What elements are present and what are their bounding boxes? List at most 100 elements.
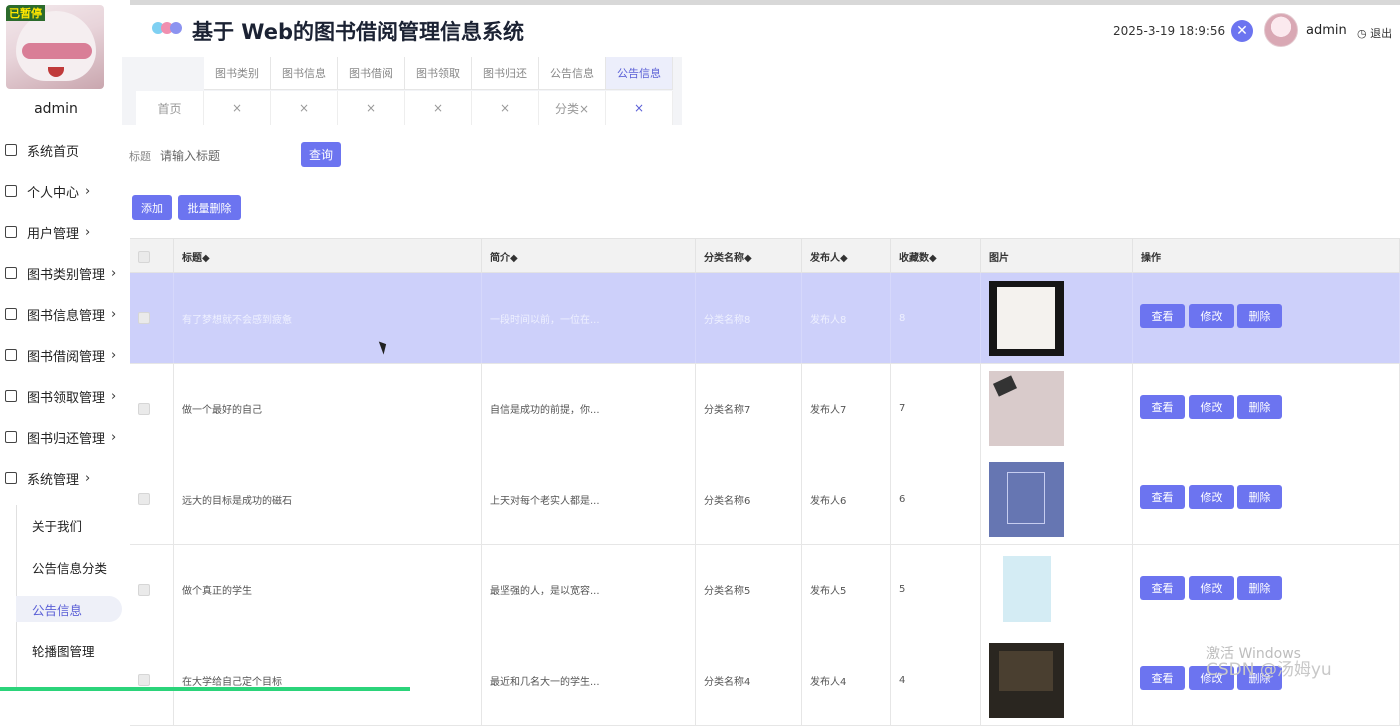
column-header-3[interactable]: 分类名称◆: [696, 239, 802, 274]
sidebar-item-8[interactable]: 系统管理 ›: [0, 463, 130, 493]
chevron-right-icon: ›: [111, 388, 117, 404]
chevron-right-icon: ›: [85, 183, 91, 199]
cloud-icon: [5, 390, 17, 402]
column-header-5[interactable]: 收藏数◆: [891, 239, 981, 274]
delete-button[interactable]: 删除: [1237, 485, 1282, 509]
tab-bar: 图书类别 图书信息 图书借阅 图书领取 图书归还 公告信息 公告信息 首页 × × × × × 分类× ×: [122, 57, 682, 125]
cell-image: [981, 544, 1133, 635]
column-header-label: 图片: [989, 253, 1009, 264]
cell-publisher: 发布人4: [802, 635, 891, 725]
logo-icon: [152, 22, 184, 36]
row-checkbox[interactable]: [138, 674, 150, 686]
column-header-label: 操作: [1141, 253, 1161, 264]
column-header-2[interactable]: 简介◆: [482, 239, 696, 274]
cell-category: 分类名称7: [696, 363, 802, 454]
sidebar-item-7[interactable]: 图书归还管理 ›: [0, 422, 130, 452]
logout-button[interactable]: ◷ 退出: [1357, 25, 1392, 41]
chevron-right-icon: ›: [111, 429, 117, 445]
view-button[interactable]: 查看: [1140, 666, 1185, 690]
search-button[interactable]: 查询: [301, 142, 341, 167]
add-button[interactable]: 添加: [132, 195, 172, 220]
tab-close-2[interactable]: ×: [271, 91, 338, 125]
header-username[interactable]: admin: [1306, 23, 1347, 38]
sidebar-item-0[interactable]: 系统首页: [0, 135, 130, 165]
edit-button[interactable]: 修改: [1189, 575, 1234, 600]
sidebar-item-label: 图书信息管理: [27, 308, 106, 324]
fullscreen-toggle-icon[interactable]: ✕: [1231, 20, 1253, 42]
table-row[interactable]: 做个真正的学生 最坚强的人，是以宽容... 分类名称5 发布人5 5 查看 修改 删除: [130, 544, 1400, 636]
sidebar-username: admin: [34, 101, 78, 117]
delete-button[interactable]: 删除: [1237, 304, 1282, 328]
tab-close-1[interactable]: ×: [204, 91, 271, 125]
sidebar-item-5[interactable]: 图书借阅管理 ›: [0, 340, 130, 370]
view-button[interactable]: 查看: [1140, 575, 1185, 600]
tab-close-4[interactable]: ×: [405, 91, 472, 125]
sidebar-avatar: 已暂停: [6, 5, 104, 89]
row-checkbox[interactable]: [138, 402, 150, 415]
row-checkbox[interactable]: [138, 312, 150, 324]
cell-category: 分类名称5: [696, 544, 802, 635]
tab-0[interactable]: 图书类别: [204, 57, 271, 90]
sidebar-item-label: 图书借阅管理: [27, 349, 106, 365]
submenu-item-0[interactable]: 关于我们: [16, 512, 122, 538]
download-icon: [5, 472, 17, 484]
cell-favorites: 6: [891, 454, 981, 544]
bar-chart-icon: [5, 308, 17, 320]
cell-checkbox: [130, 454, 174, 544]
cell-publisher-text: 发布人6: [810, 495, 847, 507]
tab-1[interactable]: 图书信息: [271, 57, 338, 90]
tab-2[interactable]: 图书借阅: [338, 57, 405, 90]
submenu-item-3[interactable]: 轮播图管理: [16, 637, 122, 663]
edit-button[interactable]: 修改: [1189, 304, 1234, 328]
column-header-7: 操作: [1133, 239, 1400, 274]
tab-6[interactable]: 公告信息: [606, 57, 673, 90]
submenu-item-2[interactable]: 公告信息: [16, 596, 122, 622]
cell-favorites-text: 5: [899, 584, 906, 595]
sidebar-item-label: 系统管理: [27, 472, 80, 488]
sidebar-item-3[interactable]: 图书类别管理 ›: [0, 258, 130, 288]
tab-home[interactable]: 首页: [136, 91, 204, 125]
select-all-checkbox[interactable]: [138, 250, 150, 263]
sidebar-item-2[interactable]: 用户管理 ›: [0, 217, 130, 247]
tab-close-7[interactable]: ×: [606, 91, 673, 125]
window-top-bar: [0, 0, 1400, 5]
cell-publisher-text: 发布人8: [810, 314, 847, 326]
view-button[interactable]: 查看: [1140, 485, 1185, 509]
edit-button[interactable]: 修改: [1189, 394, 1234, 419]
book-cover-image: [989, 371, 1064, 446]
sidebar-item-label: 图书归还管理: [27, 431, 106, 447]
tab-4[interactable]: 图书归还: [472, 57, 539, 90]
chevron-right-icon: ›: [85, 470, 91, 486]
sidebar-item-4[interactable]: 图书信息管理 ›: [0, 299, 130, 329]
table-row[interactable]: 远大的目标是成功的磁石 上天对每个老实人都是... 分类名称6 发布人6 6 查看 修改 删除: [130, 454, 1400, 545]
view-button[interactable]: 查看: [1140, 304, 1185, 328]
column-header-4[interactable]: 发布人◆: [802, 239, 891, 274]
tab-close-6[interactable]: 分类×: [539, 91, 606, 125]
home-icon: [5, 144, 17, 156]
table-row[interactable]: 做一个最好的自己 自信是成功的前提，你... 分类名称7 发布人7 7 查看 修改 删除: [130, 363, 1400, 455]
table-row[interactable]: 有了梦想就不会感到疲惫 一段时间以前，一位在... 分类名称8 发布人8 8 查看 修改 删除: [130, 273, 1400, 364]
delete-button[interactable]: 删除: [1237, 575, 1282, 600]
cell-publisher: 发布人6: [802, 454, 891, 544]
watermark-csdn: CSDN @汤姆yu: [1206, 660, 1332, 680]
submenu-item-1[interactable]: 公告信息分类: [16, 554, 122, 580]
tab-5[interactable]: 公告信息: [539, 57, 606, 90]
table-header: 标题◆ 简介◆ 分类名称◆ 发布人◆ 收藏数◆ 图片 操作: [130, 238, 1400, 274]
tab-close-3[interactable]: ×: [338, 91, 405, 125]
tab-close-5[interactable]: ×: [472, 91, 539, 125]
row-checkbox[interactable]: [138, 583, 150, 596]
sidebar-item-6[interactable]: 图书领取管理 ›: [0, 381, 130, 411]
batch-delete-button[interactable]: 批量删除: [178, 195, 241, 220]
view-button[interactable]: 查看: [1140, 394, 1185, 419]
column-header-1[interactable]: 标题◆: [174, 239, 482, 274]
header-avatar[interactable]: [1264, 13, 1298, 47]
delete-button[interactable]: 删除: [1237, 394, 1282, 419]
tab-3[interactable]: 图书领取: [405, 57, 472, 90]
chevron-right-icon: ›: [111, 265, 117, 281]
row-checkbox[interactable]: [138, 493, 150, 505]
edit-button[interactable]: 修改: [1189, 485, 1234, 509]
cell-publisher-text: 发布人5: [810, 586, 847, 597]
sidebar-item-1[interactable]: 个人中心 ›: [0, 176, 130, 206]
search-input[interactable]: [160, 143, 290, 169]
cell-checkbox: [130, 635, 174, 725]
